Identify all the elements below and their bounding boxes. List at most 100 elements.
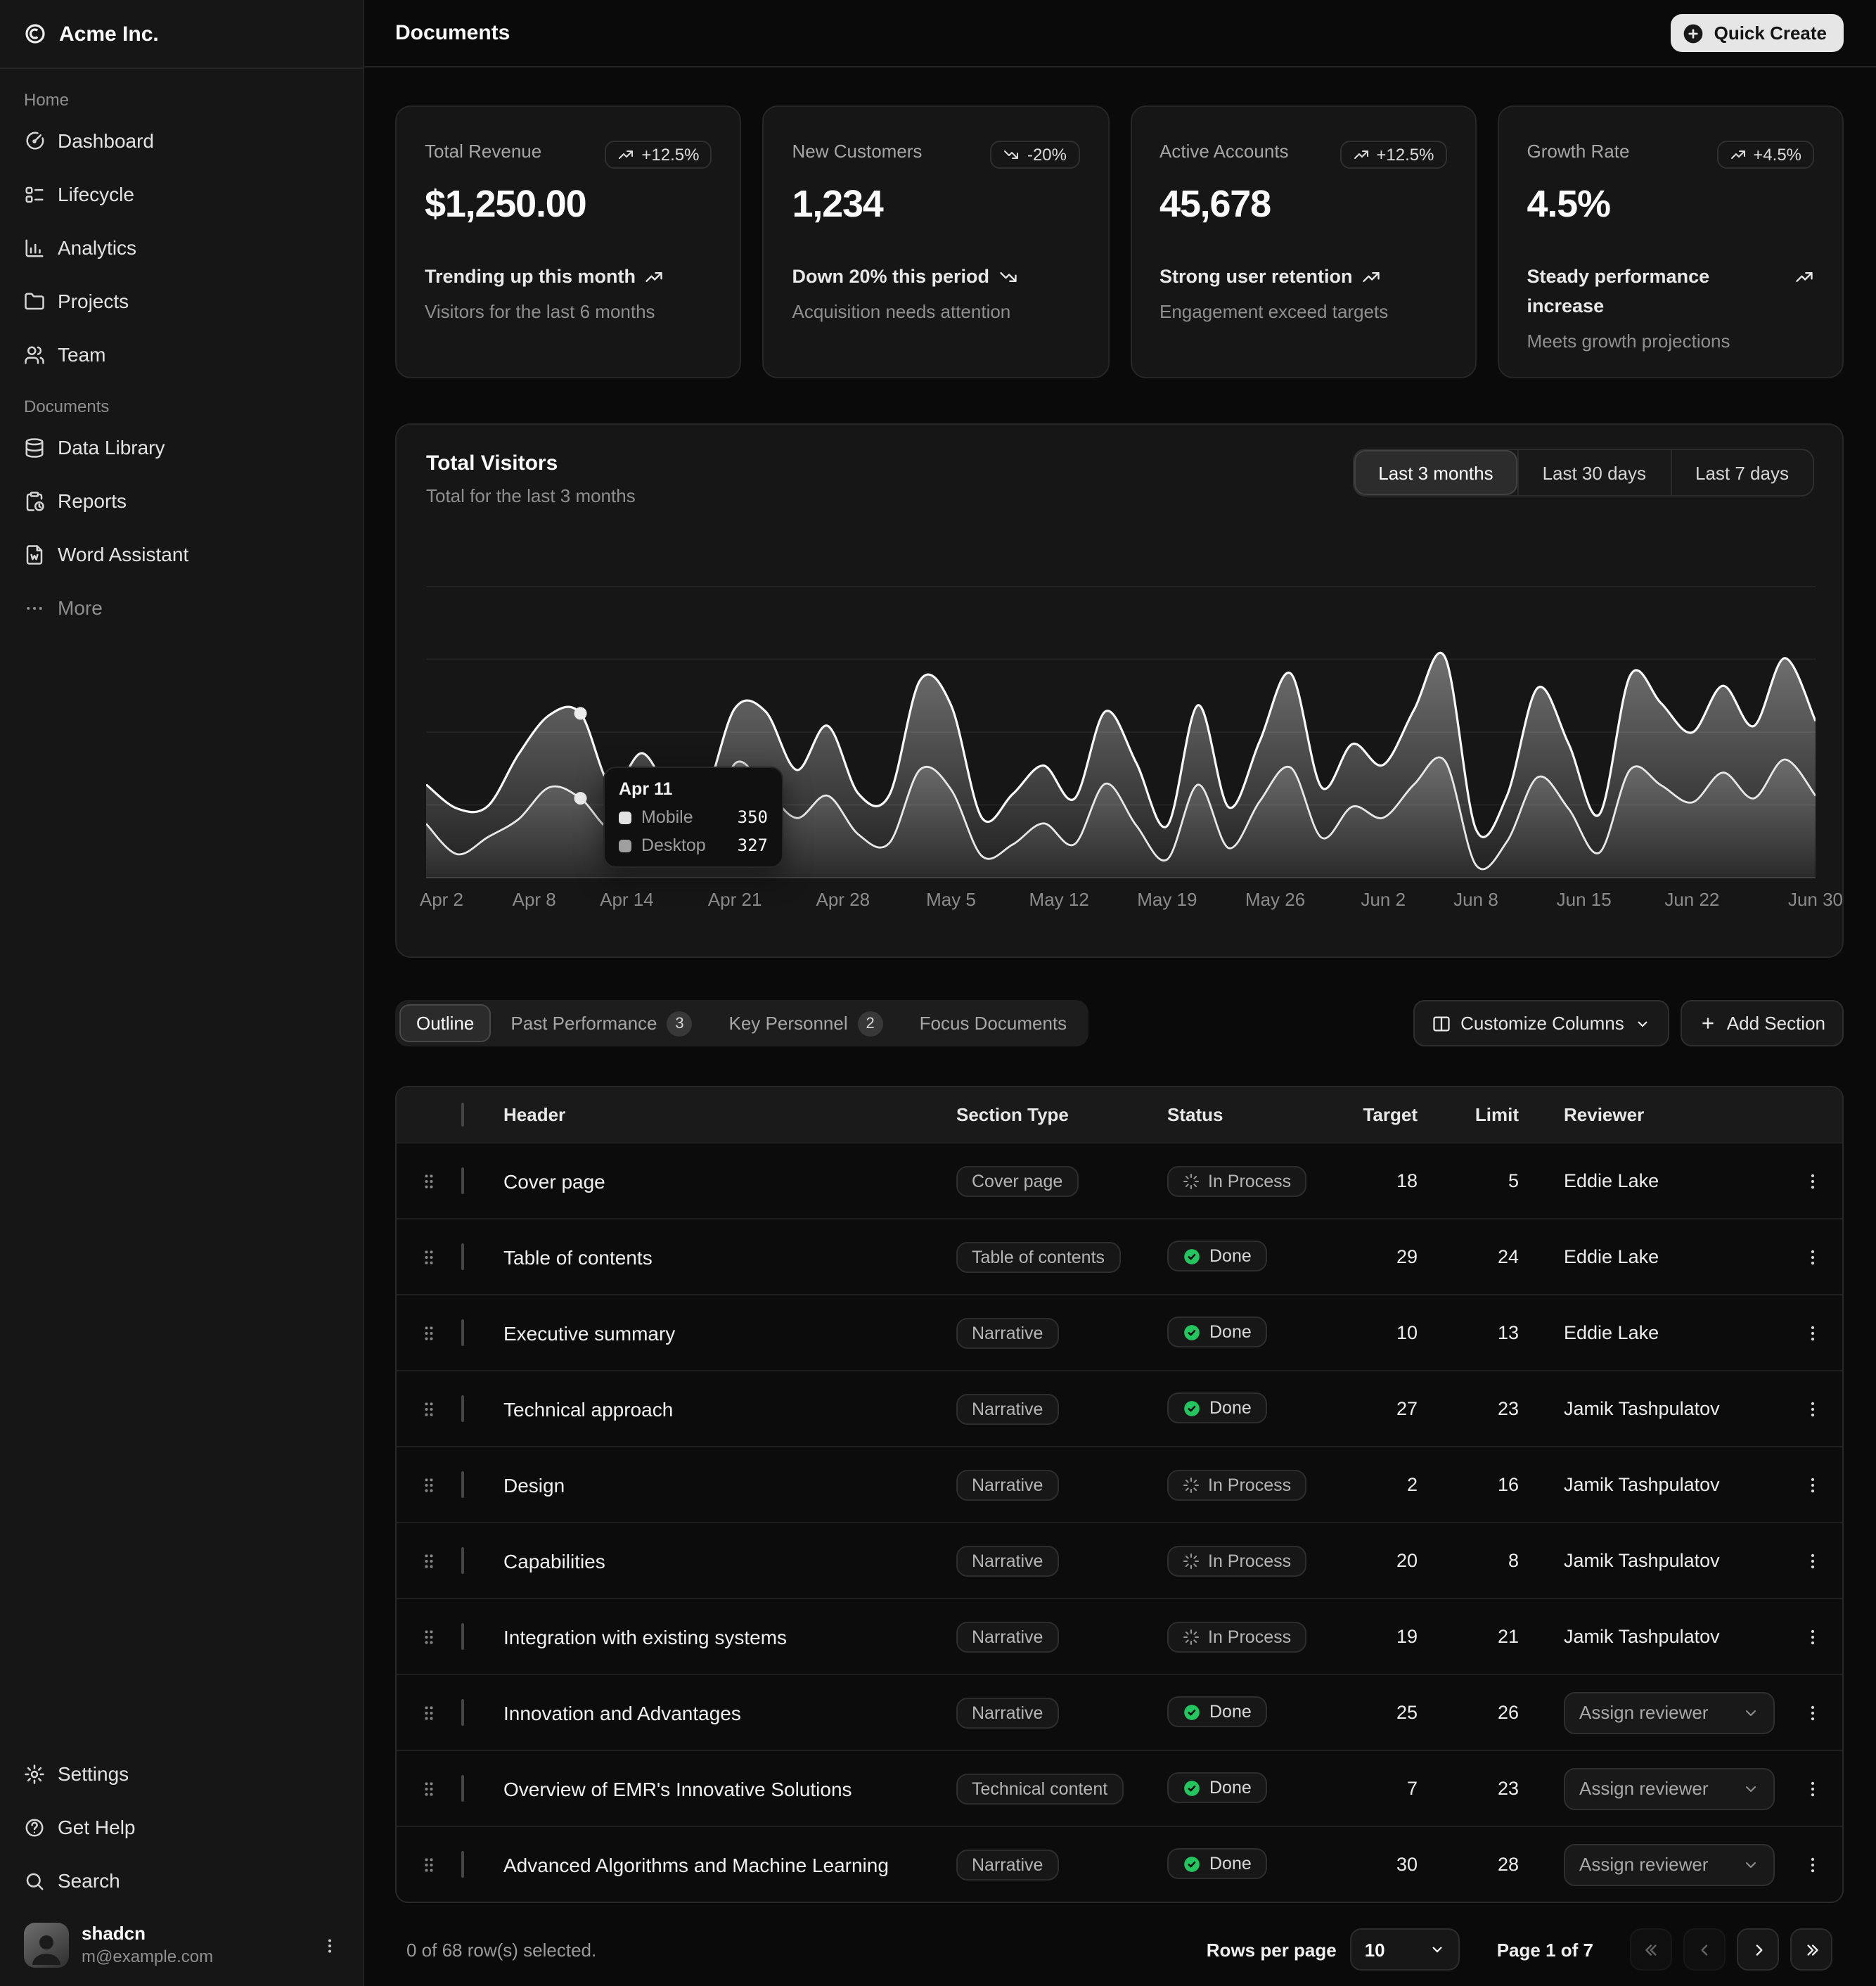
assign-reviewer-select[interactable]: Assign reviewer: [1564, 1843, 1775, 1885]
target-value[interactable]: 29: [1353, 1246, 1443, 1267]
sidebar-item-get-help[interactable]: Get Help: [13, 1806, 350, 1848]
drag-handle-icon[interactable]: [397, 1627, 461, 1646]
col-status: Status: [1167, 1104, 1353, 1125]
user-menu-icon[interactable]: [321, 1936, 339, 1954]
row-checkbox[interactable]: [461, 1622, 464, 1649]
tab-past-performance[interactable]: Past Performance3: [494, 1004, 709, 1042]
sidebar-item-analytics[interactable]: Analytics: [13, 226, 350, 269]
row-menu-icon[interactable]: [1782, 1551, 1842, 1570]
row-checkbox[interactable]: [461, 1850, 464, 1877]
user-card[interactable]: shadcn m@example.com: [13, 1913, 350, 1978]
row-header[interactable]: Innovation and Advantages: [503, 1701, 956, 1724]
row-menu-icon[interactable]: [1782, 1475, 1842, 1494]
row-checkbox[interactable]: [461, 1395, 464, 1421]
check-circle-icon: [1183, 1248, 1201, 1266]
col-reviewer: Reviewer: [1564, 1104, 1782, 1125]
brand[interactable]: Acme Inc.: [0, 0, 363, 69]
sidebar-item-more[interactable]: More: [13, 587, 350, 629]
limit-value[interactable]: 5: [1443, 1170, 1564, 1191]
last-page-button[interactable]: [1790, 1928, 1832, 1971]
limit-value[interactable]: 21: [1443, 1626, 1564, 1647]
sidebar-item-projects[interactable]: Projects: [13, 280, 350, 322]
row-checkbox[interactable]: [461, 1471, 464, 1497]
sidebar-item-dashboard[interactable]: Dashboard: [13, 120, 350, 162]
assign-reviewer-select[interactable]: Assign reviewer: [1564, 1767, 1775, 1809]
assign-reviewer-select[interactable]: Assign reviewer: [1564, 1691, 1775, 1734]
status-chip: Done: [1167, 1241, 1267, 1272]
target-value[interactable]: 30: [1353, 1854, 1443, 1875]
target-value[interactable]: 2: [1353, 1474, 1443, 1495]
range-option-last-30-days[interactable]: Last 30 days: [1517, 450, 1670, 495]
row-menu-icon[interactable]: [1782, 1399, 1842, 1418]
limit-value[interactable]: 24: [1443, 1246, 1564, 1267]
row-menu-icon[interactable]: [1782, 1627, 1842, 1646]
drag-handle-icon[interactable]: [397, 1551, 461, 1570]
target-value[interactable]: 10: [1353, 1322, 1443, 1343]
row-header[interactable]: Executive summary: [503, 1321, 956, 1344]
select-all-checkbox[interactable]: [461, 1103, 464, 1127]
row-menu-icon[interactable]: [1782, 1171, 1842, 1191]
target-value[interactable]: 18: [1353, 1170, 1443, 1191]
limit-value[interactable]: 26: [1443, 1702, 1564, 1723]
drag-handle-icon[interactable]: [397, 1854, 461, 1874]
drag-handle-icon[interactable]: [397, 1475, 461, 1494]
row-header[interactable]: Table of contents: [503, 1245, 956, 1268]
limit-value[interactable]: 23: [1443, 1778, 1564, 1799]
trend-up-icon: [1352, 146, 1369, 163]
quick-create-button[interactable]: Quick Create: [1671, 14, 1844, 52]
add-section-button[interactable]: Add Section: [1681, 1000, 1844, 1046]
range-option-last-7-days[interactable]: Last 7 days: [1670, 450, 1813, 495]
target-value[interactable]: 7: [1353, 1778, 1443, 1799]
sidebar-item-word-assistant[interactable]: Word Assistant: [13, 533, 350, 575]
target-value[interactable]: 20: [1353, 1550, 1443, 1571]
row-header[interactable]: Overview of EMR's Innovative Solutions: [503, 1777, 956, 1800]
sidebar-item-data-library[interactable]: Data Library: [13, 426, 350, 468]
limit-value[interactable]: 23: [1443, 1398, 1564, 1419]
drag-handle-icon[interactable]: [397, 1171, 461, 1191]
customize-columns-button[interactable]: Customize Columns: [1413, 1000, 1669, 1046]
row-menu-icon[interactable]: [1782, 1854, 1842, 1874]
limit-value[interactable]: 8: [1443, 1550, 1564, 1571]
target-value[interactable]: 25: [1353, 1702, 1443, 1723]
row-menu-icon[interactable]: [1782, 1323, 1842, 1343]
drag-handle-icon[interactable]: [397, 1779, 461, 1798]
row-header[interactable]: Capabilities: [503, 1549, 956, 1572]
sidebar-item-search[interactable]: Search: [13, 1859, 350, 1902]
row-checkbox[interactable]: [461, 1243, 464, 1269]
row-checkbox[interactable]: [461, 1546, 464, 1573]
sidebar-item-reports[interactable]: Reports: [13, 480, 350, 522]
tab-outline[interactable]: Outline: [399, 1004, 491, 1042]
row-checkbox[interactable]: [461, 1319, 464, 1345]
limit-value[interactable]: 28: [1443, 1854, 1564, 1875]
range-option-last-3-months[interactable]: Last 3 months: [1354, 450, 1517, 495]
drag-handle-icon[interactable]: [397, 1399, 461, 1418]
row-checkbox[interactable]: [461, 1698, 464, 1725]
row-header[interactable]: Cover page: [503, 1170, 956, 1192]
row-header[interactable]: Design: [503, 1473, 956, 1496]
drag-handle-icon[interactable]: [397, 1703, 461, 1722]
first-page-button[interactable]: [1630, 1928, 1672, 1971]
target-value[interactable]: 19: [1353, 1626, 1443, 1647]
sidebar-item-team[interactable]: Team: [13, 333, 350, 376]
row-header[interactable]: Integration with existing systems: [503, 1625, 956, 1648]
reviewer-name: Eddie Lake: [1564, 1321, 1659, 1343]
drag-handle-icon[interactable]: [397, 1247, 461, 1267]
previous-page-button[interactable]: [1683, 1928, 1726, 1971]
rows-per-page-select[interactable]: 10: [1351, 1928, 1460, 1971]
sidebar-item-settings[interactable]: Settings: [13, 1753, 350, 1795]
sidebar-item-lifecycle[interactable]: Lifecycle: [13, 173, 350, 215]
row-header[interactable]: Technical approach: [503, 1397, 956, 1420]
row-checkbox[interactable]: [461, 1774, 464, 1801]
tab-focus-documents[interactable]: Focus Documents: [903, 1004, 1084, 1042]
tab-key-personnel[interactable]: Key Personnel2: [712, 1004, 900, 1042]
limit-value[interactable]: 16: [1443, 1474, 1564, 1495]
row-menu-icon[interactable]: [1782, 1779, 1842, 1798]
target-value[interactable]: 27: [1353, 1398, 1443, 1419]
next-page-button[interactable]: [1737, 1928, 1779, 1971]
row-checkbox[interactable]: [461, 1167, 464, 1193]
row-header[interactable]: Advanced Algorithms and Machine Learning: [503, 1853, 956, 1876]
row-menu-icon[interactable]: [1782, 1247, 1842, 1267]
drag-handle-icon[interactable]: [397, 1323, 461, 1343]
limit-value[interactable]: 13: [1443, 1322, 1564, 1343]
row-menu-icon[interactable]: [1782, 1703, 1842, 1722]
